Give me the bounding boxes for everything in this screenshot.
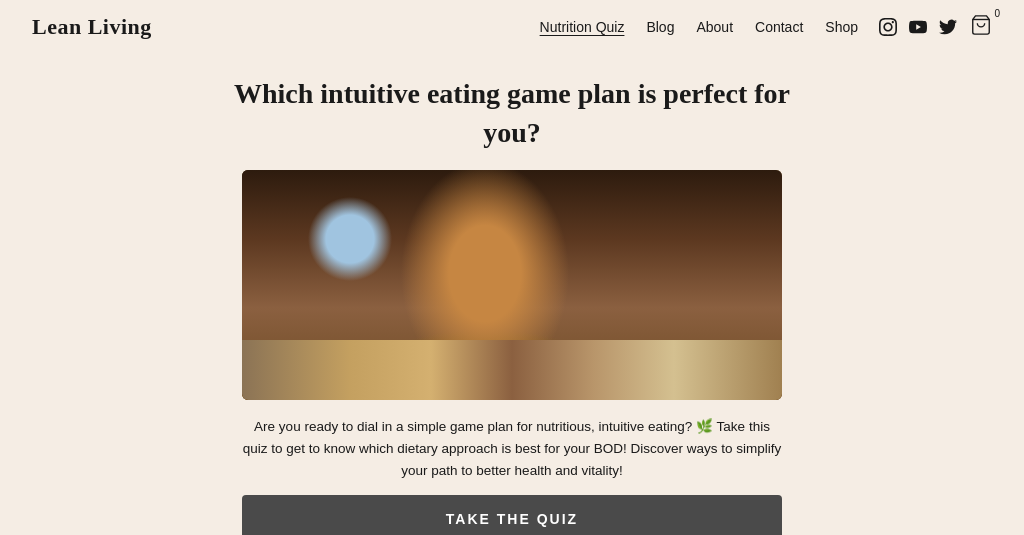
youtube-icon[interactable] [908,17,928,37]
header-right: Nutrition Quiz Blog About Contact Shop [540,14,992,40]
cart-icon[interactable]: 0 [970,14,992,40]
nav-link-contact[interactable]: Contact [755,19,803,35]
nav-link-blog[interactable]: Blog [646,19,674,35]
social-icons [878,17,958,37]
cart-count: 0 [994,8,1000,19]
twitter-icon[interactable] [938,17,958,37]
instagram-icon[interactable] [878,17,898,37]
site-logo: Lean Living [32,14,152,40]
main-nav: Nutrition Quiz Blog About Contact Shop [540,19,858,35]
site-header: Lean Living Nutrition Quiz Blog About Co… [0,0,1024,54]
nav-link-shop[interactable]: Shop [825,19,858,35]
take-quiz-button[interactable]: TAKE THE QUIZ [242,495,782,535]
nav-link-nutrition-quiz[interactable]: Nutrition Quiz [540,19,625,35]
page-heading: Which intuitive eating game plan is perf… [212,74,812,152]
nav-link-about[interactable]: About [696,19,733,35]
hero-image-bg [242,170,782,400]
hero-image [242,170,782,400]
main-content: Which intuitive eating game plan is perf… [0,54,1024,535]
description-text: Are you ready to dial in a simple game p… [242,416,782,481]
